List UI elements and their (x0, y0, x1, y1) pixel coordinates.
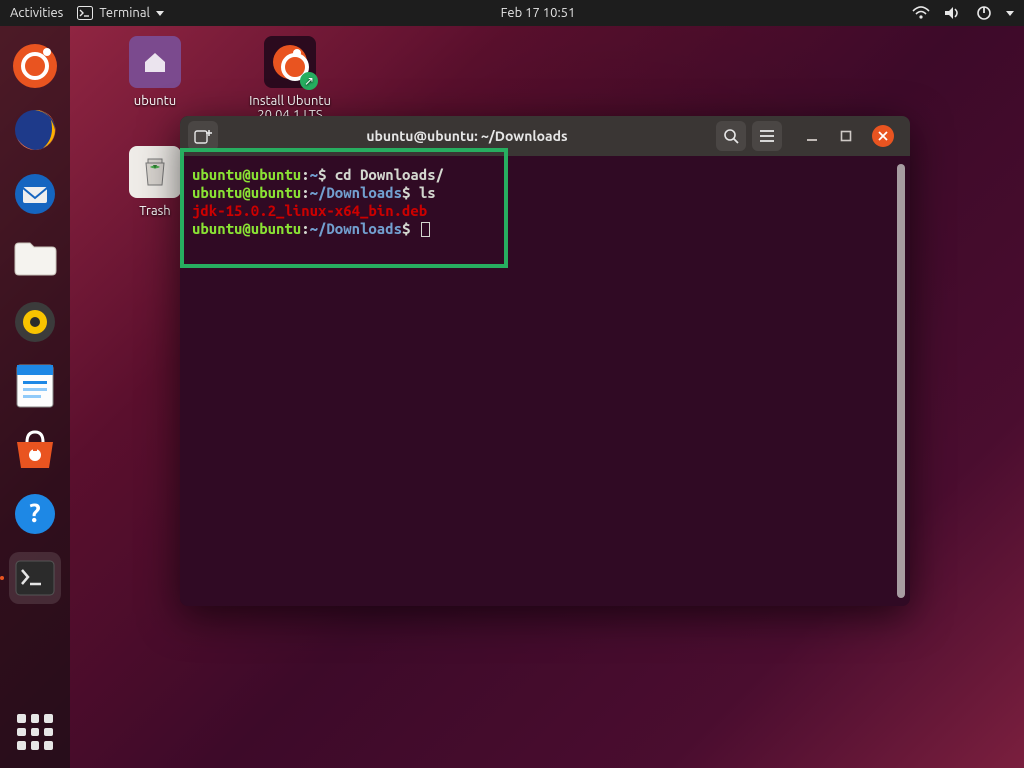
dock-terminal[interactable] (9, 552, 61, 604)
maximize-icon (840, 130, 852, 142)
terminal-body[interactable]: ubuntu@ubuntu:~$ cd Downloads/ubuntu@ubu… (180, 156, 910, 606)
ubuntu-logo-icon (13, 44, 57, 88)
window-titlebar[interactable]: ubuntu@ubuntu: ~/Downloads (180, 116, 910, 156)
maximize-button[interactable] (838, 128, 854, 144)
dock-thunderbird[interactable] (9, 168, 61, 220)
terminal-line: ubuntu@ubuntu:~/Downloads$ (184, 220, 898, 238)
top-bar: Activities Terminal Feb 17 10:51 (0, 0, 1024, 26)
dock-rhythmbox[interactable] (9, 296, 61, 348)
dock-software[interactable] (9, 424, 61, 476)
power-icon[interactable] (976, 5, 992, 21)
hamburger-icon (759, 129, 775, 143)
terminal-line: jdk-15.0.2_linux-x64_bin.deb (184, 202, 898, 220)
dock-libreoffice-writer[interactable] (9, 360, 61, 412)
thunderbird-icon (13, 172, 57, 216)
terminal-window: ubuntu@ubuntu: ~/Downloads ubuntu@ubuntu… (180, 116, 910, 606)
close-icon (877, 130, 889, 142)
firefox-icon (13, 108, 57, 152)
chevron-down-icon (156, 11, 164, 16)
new-tab-icon (194, 128, 212, 144)
window-title: ubuntu@ubuntu: ~/Downloads (224, 128, 710, 144)
clock[interactable]: Feb 17 10:51 (501, 6, 576, 20)
trash-icon (129, 146, 181, 198)
terminal-scrollbar[interactable] (897, 164, 905, 598)
close-button[interactable] (872, 125, 894, 147)
folder-icon (12, 237, 58, 279)
search-icon (723, 128, 739, 144)
dock-firefox[interactable] (9, 104, 61, 156)
desktop-home-label: ubuntu (110, 94, 200, 108)
new-tab-button[interactable] (188, 121, 218, 151)
dock: ? (0, 26, 70, 768)
search-button[interactable] (716, 121, 746, 151)
shopping-bag-icon (11, 428, 59, 472)
terminal-app-icon (15, 560, 55, 596)
svg-text:?: ? (29, 498, 40, 527)
dock-files[interactable] (9, 232, 61, 284)
activities-label: Activities (10, 6, 63, 20)
system-menu-chevron-icon[interactable] (1006, 11, 1014, 16)
minimize-icon (806, 130, 818, 142)
activities-button[interactable]: Activities (10, 6, 63, 20)
desktop-installer[interactable]: ↗ Install Ubuntu 20.04.1 LTS (230, 36, 350, 122)
minimize-button[interactable] (804, 128, 820, 144)
terminal-icon (77, 6, 93, 20)
hamburger-menu-button[interactable] (752, 121, 782, 151)
help-icon: ? (13, 492, 57, 536)
installer-icon: ↗ (264, 36, 316, 88)
terminal-line: ubuntu@ubuntu:~$ cd Downloads/ (184, 166, 898, 184)
show-applications-button[interactable] (17, 714, 53, 750)
dock-ubuntu-logo[interactable] (9, 40, 61, 92)
app-menu-label: Terminal (99, 6, 150, 20)
clock-text: Feb 17 10:51 (501, 6, 576, 20)
wifi-icon[interactable] (912, 6, 930, 20)
app-menu[interactable]: Terminal (77, 6, 164, 20)
document-icon (15, 363, 55, 409)
volume-icon[interactable] (944, 6, 962, 20)
terminal-line: ubuntu@ubuntu:~/Downloads$ ls (184, 184, 898, 202)
desktop-home-folder[interactable]: ubuntu (110, 36, 200, 108)
dock-help[interactable]: ? (9, 488, 61, 540)
home-folder-icon (129, 36, 181, 88)
speaker-icon (13, 300, 57, 344)
